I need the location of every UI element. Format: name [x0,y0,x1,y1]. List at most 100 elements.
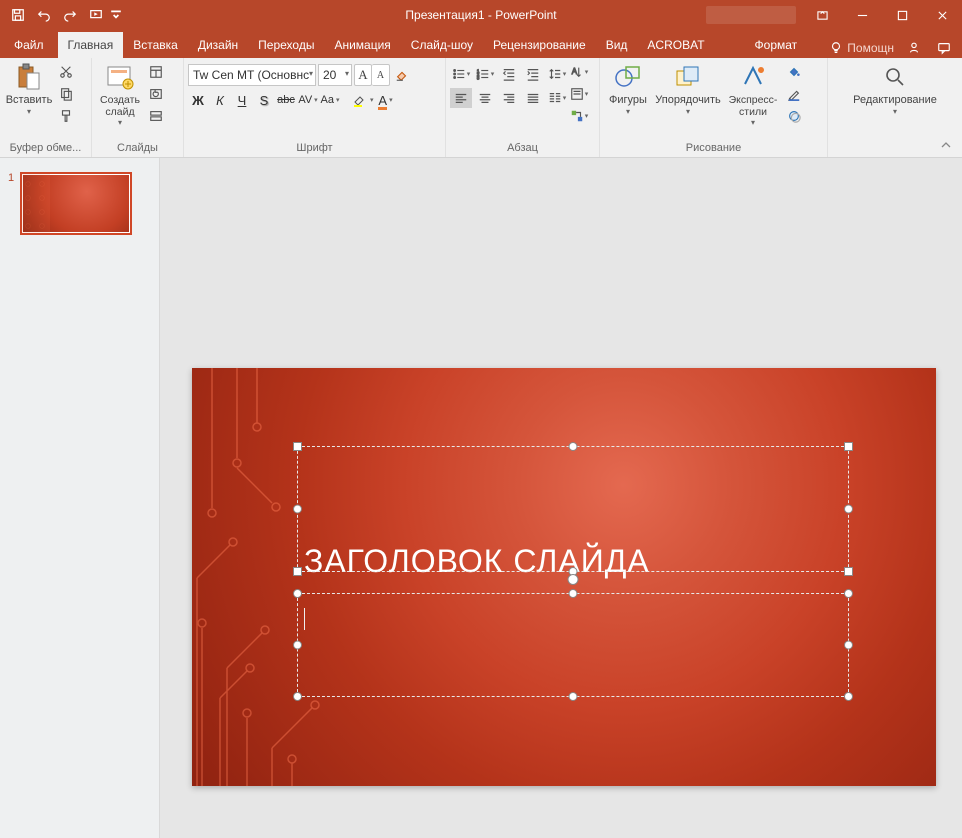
text-shadow-button[interactable]: S [254,90,274,110]
grow-font-button[interactable]: A [354,64,372,86]
share-button[interactable] [904,38,924,58]
ribbon-tabs: Файл Главная Вставка Дизайн Переходы Ани… [0,30,962,58]
tab-animations[interactable]: Анимация [324,32,400,58]
font-name-combo[interactable]: Tw Cen MT (Основнс▾ [188,64,316,86]
underline-button[interactable]: Ч [232,90,252,110]
resize-handle-s[interactable] [569,692,578,701]
align-right-button[interactable] [498,88,520,108]
resize-handle-ne[interactable] [844,589,853,598]
tab-view[interactable]: Вид [596,32,638,58]
tab-design[interactable]: Дизайн [188,32,248,58]
start-from-beginning-button[interactable] [84,3,108,27]
new-slide-button[interactable]: Создать слайд ▾ [96,60,144,129]
ribbon-display-options-button[interactable] [802,0,842,30]
eraser-icon [395,68,409,82]
resize-handle-e[interactable] [844,505,853,514]
paste-button[interactable]: Вставить ▾ [4,60,54,118]
align-right-icon [502,91,516,105]
resize-handle-se[interactable] [844,567,853,576]
resize-handle-se[interactable] [844,692,853,701]
minimize-button[interactable] [842,0,882,30]
font-size-combo[interactable]: 20▾ [318,64,352,86]
clear-formatting-button[interactable] [392,64,412,86]
chevron-down-icon: ▾ [27,107,31,116]
highlight-button[interactable]: ▾ [352,90,374,110]
columns-button[interactable]: ▾ [546,88,568,108]
title-placeholder-box[interactable] [297,446,849,572]
text-direction-button[interactable]: A▾ [568,62,590,82]
cut-button[interactable] [56,62,76,82]
group-drawing: Фигуры ▾ Упорядочить ▾ Экспресс-стили ▾ … [600,58,828,157]
tab-review[interactable]: Рецензирование [483,32,596,58]
increase-indent-button[interactable] [522,64,544,84]
tab-format[interactable]: Формат [745,32,808,58]
section-button[interactable] [146,106,166,126]
numbering-button[interactable]: 123▾ [474,64,496,84]
close-button[interactable] [922,0,962,30]
char-spacing-button[interactable]: AV▾ [298,90,318,110]
group-label-paragraph: Абзац [450,139,595,157]
tab-home[interactable]: Главная [58,32,124,58]
qat-customize-button[interactable] [110,3,122,27]
shrink-font-button[interactable]: A [372,64,390,86]
undo-button[interactable] [32,3,56,27]
chevron-down-icon: ▾ [893,107,897,116]
layout-button[interactable] [146,62,166,82]
account-area[interactable] [706,6,796,24]
resize-handle-nw[interactable] [293,442,302,451]
decrease-indent-button[interactable] [498,64,520,84]
italic-button[interactable]: К [210,90,230,110]
line-spacing-button[interactable]: ▾ [546,64,568,84]
collapse-ribbon-button[interactable] [940,139,956,155]
tell-me-label: Помощн [847,41,894,55]
justify-button[interactable] [522,88,544,108]
arrange-button[interactable]: Упорядочить ▾ [652,60,724,118]
resize-handle-ne[interactable] [844,442,853,451]
bullets-button[interactable]: ▾ [450,64,472,84]
shape-fill-button[interactable] [784,62,804,82]
reset-icon [149,87,163,101]
shapes-button[interactable]: Фигуры ▾ [604,60,652,118]
tab-acrobat[interactable]: ACROBAT [637,32,714,58]
slide-canvas[interactable]: ЗАГОЛОВОК СЛАЙДА [192,368,936,786]
strikethrough-button[interactable]: abc [276,90,296,110]
comments-button[interactable] [934,38,954,58]
resize-handle-nw[interactable] [293,589,302,598]
resize-handle-n[interactable] [569,442,578,451]
rotate-handle[interactable] [568,574,579,585]
tab-insert[interactable]: Вставка [123,32,188,58]
align-left-button[interactable] [450,88,472,108]
resize-handle-sw[interactable] [293,567,302,576]
font-color-button[interactable]: A▾ [376,90,396,110]
resize-handle-w[interactable] [293,641,302,650]
slide-thumbnails-pane[interactable]: 1 [0,158,160,838]
slide-edit-area[interactable]: ЗАГОЛОВОК СЛАЙДА [160,158,962,838]
copy-icon [59,87,73,101]
redo-button[interactable] [58,3,82,27]
copy-button[interactable] [56,84,76,104]
align-center-button[interactable] [474,88,496,108]
resize-handle-e[interactable] [844,641,853,650]
format-painter-button[interactable] [56,106,76,126]
tab-transitions[interactable]: Переходы [248,32,324,58]
reset-button[interactable] [146,84,166,104]
subtitle-placeholder-box[interactable] [297,593,849,697]
smartart-button[interactable]: ▾ [568,106,590,126]
resize-handle-w[interactable] [293,505,302,514]
tell-me-input[interactable]: Помощн [829,41,894,55]
bold-button[interactable]: Ж [188,90,208,110]
maximize-button[interactable] [882,0,922,30]
align-text-button[interactable]: ▾ [568,84,590,104]
editing-button[interactable]: Редактирование ▾ [845,60,945,118]
quick-styles-button[interactable]: Экспресс-стили ▾ [724,60,782,129]
change-case-button[interactable]: Aa▾ [320,90,340,110]
save-button[interactable] [6,3,30,27]
shape-outline-button[interactable] [784,84,804,104]
thumbnail-preview[interactable] [20,172,132,235]
shape-effects-button[interactable] [784,106,804,126]
tab-slideshow[interactable]: Слайд-шоу [401,32,483,58]
resize-handle-sw[interactable] [293,692,302,701]
thumbnail-slide-1[interactable]: 1 [8,172,149,235]
resize-handle-n[interactable] [569,589,578,598]
tab-file[interactable]: Файл [0,32,58,58]
